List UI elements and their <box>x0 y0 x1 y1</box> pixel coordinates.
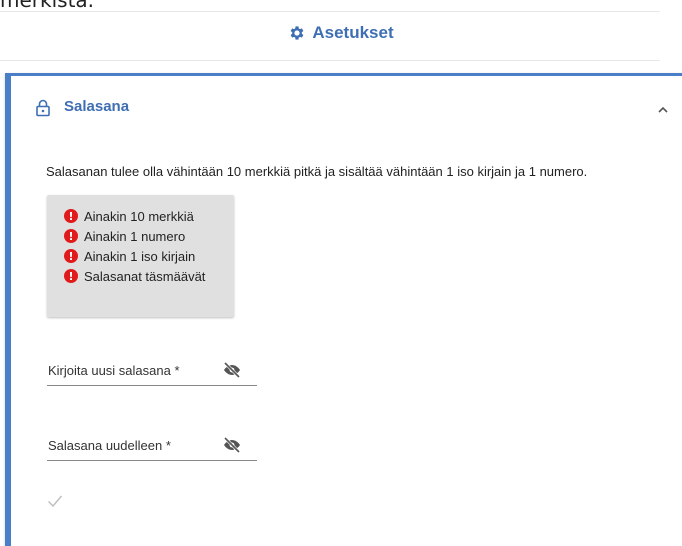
new-password-label: Kirjoita uusi salasana * <box>48 363 180 378</box>
requirement-label: Ainakin 1 iso kirjain <box>84 248 196 264</box>
error-icon: ! <box>64 229 78 243</box>
page-title: Asetukset <box>312 23 394 42</box>
confirm-password-field[interactable]: Salasana uudelleen * <box>47 434 257 461</box>
requirements-checklist: ! Ainakin 10 merkkiä ! Ainakin 1 numero … <box>47 195 234 317</box>
requirement-label: Ainakin 10 merkkiä <box>84 208 194 224</box>
chevron-up-icon[interactable] <box>657 102 669 113</box>
eye-off-icon[interactable] <box>223 436 241 454</box>
checkmark-icon[interactable] <box>47 494 63 508</box>
error-icon: ! <box>64 269 78 283</box>
requirement-label: Salasanat täsmäävät <box>84 268 206 284</box>
eye-off-icon[interactable] <box>223 361 241 379</box>
panel-title: Salasana <box>64 98 130 115</box>
password-panel-header[interactable]: Salasana <box>11 76 682 136</box>
password-requirements-text: Salasanan tulee olla vähintään 10 merkki… <box>46 164 588 179</box>
requirement-item: ! Ainakin 10 merkkiä <box>64 207 194 225</box>
lock-icon <box>35 99 51 117</box>
gear-icon <box>288 24 306 42</box>
requirement-label: Ainakin 1 numero <box>84 228 186 244</box>
requirement-item: ! Ainakin 1 numero <box>64 227 185 245</box>
divider <box>0 60 660 61</box>
error-icon: ! <box>64 209 78 223</box>
password-panel: Salasana Salasanan tulee olla vähintään … <box>5 73 682 546</box>
page-header: Asetukset <box>0 20 682 46</box>
requirement-item: ! Salasanat täsmäävät <box>64 267 205 285</box>
new-password-field[interactable]: Kirjoita uusi salasana * <box>47 359 257 386</box>
error-icon: ! <box>64 249 78 263</box>
confirm-password-label: Salasana uudelleen * <box>48 438 171 453</box>
requirement-item: ! Ainakin 1 iso kirjain <box>64 247 195 265</box>
divider <box>0 11 660 12</box>
